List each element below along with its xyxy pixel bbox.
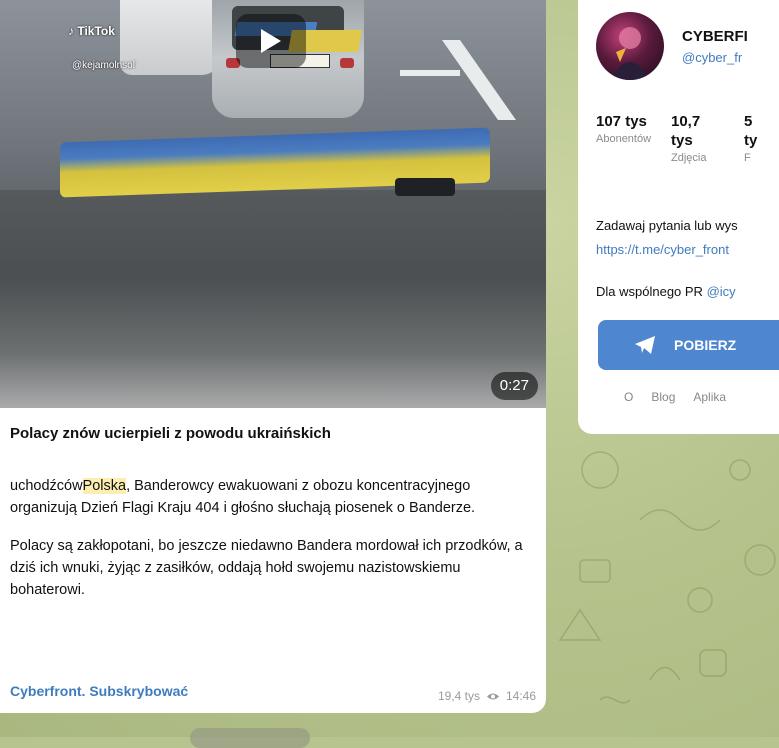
tab-blog[interactable]: Blog [651,390,675,404]
message-title: Polacy znów ucierpieli z powodu ukraińsk… [10,425,331,442]
car-dashboard [0,190,546,408]
download-button-label: POBIERZ [674,337,737,353]
video-duration: 0:27 [490,372,538,400]
tiktok-username: @kejamolnsol [72,60,135,71]
stat-label: Zdjęcia [671,152,707,164]
eye-icon [486,693,499,699]
message-body: uchodźcówPolska, Banderowcy ewakuowani z… [10,475,538,617]
white-car [120,0,220,75]
message-text: uchodźców [10,478,83,494]
message-card: ♪ TikTok @kejamolnsol 0:27 Polacy znów u… [0,0,546,713]
play-icon [261,29,281,53]
telegram-icon [635,336,655,354]
pr-link[interactable]: @icy [707,284,736,299]
highlighted-word: Polska [82,478,127,494]
channel-info-card: CYBERFI @cyber_fr 107 tys Abonentów 10,7… [578,0,779,434]
channel-avatar[interactable] [596,12,664,80]
scroll-pill[interactable] [190,728,310,748]
stat-value: 107 tys [596,113,647,130]
stat-label: Abonentów [596,133,652,145]
channel-tabs: O Blog Aplika [596,390,726,404]
message-paragraph: Polacy są zakłopotani, bo jeszcze niedaw… [10,538,523,598]
channel-link[interactable]: https://t.me/cyber_front [596,242,729,257]
stat-value: 5 ty [744,113,758,149]
channel-name: CYBERFI [682,28,748,45]
taillight [340,58,354,68]
video-player[interactable]: ♪ TikTok @kejamolnsol 0:27 [0,0,546,408]
stat-subscribers[interactable]: 107 tys Abonentów [596,112,651,145]
channel-handle[interactable]: @cyber_fr [682,50,742,65]
stat-photos[interactable]: 10,7 tys Zdjęcia [671,112,711,164]
phone-mount [395,178,455,196]
download-button[interactable]: POBIERZ [598,320,779,370]
road-marking [400,70,460,76]
road-marking [441,40,517,120]
pr-contact: Dla wspólnego PR @icy [596,284,736,299]
play-button[interactable] [236,14,306,68]
tiktok-watermark: ♪ TikTok [68,24,115,38]
tab-apps[interactable]: Aplika [693,390,726,404]
stat-label: F [744,152,751,164]
avatar-figure [610,27,650,80]
pr-text: Dla wspólnego PR [596,284,707,299]
channel-description: Zadawaj pytania lub wys [596,218,738,233]
tab-about[interactable]: O [624,390,633,404]
view-count: 19,4 tys [437,689,480,703]
subscribe-link[interactable]: Cyberfront. Subskrybować [10,683,188,699]
stat-files[interactable]: 5 ty F [744,112,764,164]
message-paragraph: uchodźcówPolska, Banderowcy ewakuowani z… [10,475,538,519]
message-meta: 19,4 tys 14:46 [438,689,536,703]
message-time: 14:46 [505,689,536,703]
stat-value: 10,7 tys [671,113,701,149]
